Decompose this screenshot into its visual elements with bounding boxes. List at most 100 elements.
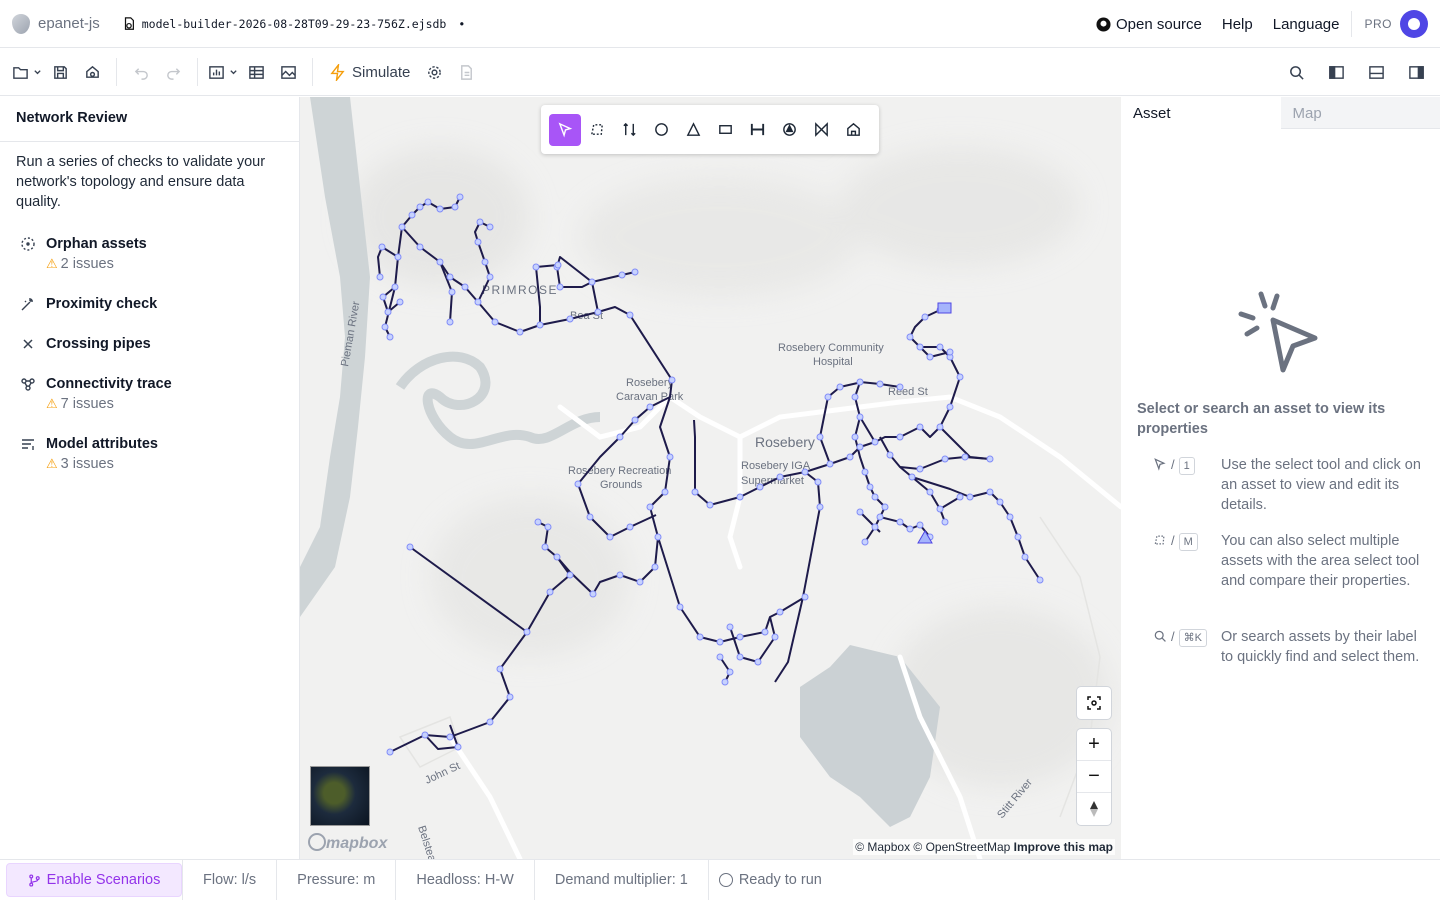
attribution-text[interactable]: © Mapbox © OpenStreetMap <box>855 840 1010 854</box>
flow-units[interactable]: Flow: l/s <box>182 859 276 900</box>
map-label-reed: Reed St <box>888 386 928 398</box>
cursor-icon <box>558 122 572 138</box>
hint-text: You can also select multiple assets with… <box>1221 533 1420 589</box>
warning-icon: ⚠ <box>46 456 58 471</box>
toolbar-divider <box>312 58 313 86</box>
list-icon <box>22 439 34 450</box>
status-bar: Enable Scenarios Flow: l/s Pressure: m H… <box>0 859 1440 900</box>
user-avatar[interactable] <box>1400 10 1428 38</box>
document-icon <box>460 64 472 80</box>
demand-multiplier[interactable]: Demand multiplier: 1 <box>533 859 708 900</box>
pipe-icon <box>622 122 636 137</box>
lasso-icon <box>590 124 603 135</box>
toggle-left-panel-button[interactable] <box>1322 56 1350 88</box>
empty-state-title: Select or search an asset to view its pr… <box>1137 401 1386 437</box>
pump-tool[interactable] <box>773 114 805 146</box>
compass-button[interactable] <box>1077 793 1111 825</box>
table-icon <box>248 65 264 79</box>
fit-view-button[interactable] <box>1077 687 1111 719</box>
simulation-settings-button[interactable] <box>420 56 448 88</box>
map-label-rosebery: Rosebery <box>755 434 815 450</box>
app-name: epanet-js <box>38 15 100 32</box>
main-toolbar: Simulate <box>0 49 1440 96</box>
bottom-panel-icon <box>1368 65 1384 79</box>
nav-divider <box>1351 11 1353 37</box>
simulation-status: Ready to run <box>707 859 842 900</box>
help-link[interactable]: Help <box>1222 16 1253 33</box>
report-button[interactable] <box>452 56 480 88</box>
cursor-icon <box>1154 458 1166 471</box>
check-crossing-pipes[interactable]: Crossing pipes <box>0 334 299 354</box>
import-button[interactable] <box>208 56 238 88</box>
check-connectivity-trace[interactable]: Connectivity trace ⚠ 7 issues <box>0 374 299 414</box>
issues-count: 2 issues <box>60 256 114 272</box>
hint-area-select: / M You can also select multiple assets w… <box>1153 531 1433 591</box>
check-proximity[interactable]: Proximity check <box>0 294 299 314</box>
valve-tool[interactable] <box>741 114 773 146</box>
bowtie-icon <box>814 122 828 137</box>
top-nav: Open source Help Language PRO <box>1096 0 1428 48</box>
check-orphan-assets[interactable]: Orphan assets ⚠ 2 issues <box>0 234 299 274</box>
area-select-tool[interactable] <box>581 114 613 146</box>
language-menu[interactable]: Language <box>1273 16 1340 33</box>
reservoir-tool[interactable] <box>677 114 709 146</box>
select-tool[interactable] <box>549 113 581 146</box>
panel-title: Network Review <box>0 97 299 142</box>
check-model-attributes[interactable]: Model attributes ⚠ 3 issues <box>0 434 299 474</box>
junction-tool[interactable] <box>645 114 677 146</box>
chart-icon <box>209 65 224 79</box>
chevron-down-icon <box>34 69 41 74</box>
tank-tool[interactable] <box>709 114 741 146</box>
network-review-panel: Network Review Run a series of checks to… <box>0 97 300 859</box>
enable-scenarios-button[interactable]: Enable Scenarios <box>6 863 182 897</box>
zoom-out-button[interactable]: − <box>1077 761 1111 793</box>
folder-icon <box>13 66 28 79</box>
warning-icon: ⚠ <box>46 256 58 271</box>
prv-tool[interactable] <box>805 114 837 146</box>
map-label-recreation: Rosebery Recreation <box>568 465 671 477</box>
save-icon <box>53 65 67 79</box>
focus-icon <box>1087 696 1101 710</box>
table-button[interactable] <box>242 56 270 88</box>
hint-select: /1 Use the select tool and click on an a… <box>1153 455 1433 515</box>
save-cloud-button[interactable] <box>78 56 106 88</box>
brand[interactable]: epanet-js <box>0 13 100 34</box>
search-button[interactable] <box>1282 56 1310 88</box>
zoom-in-button[interactable]: + <box>1077 729 1111 761</box>
tab-map[interactable]: Map <box>1280 97 1440 129</box>
headloss-formula[interactable]: Headloss: H-W <box>395 859 534 900</box>
open-source-label: Open source <box>1115 15 1202 33</box>
pressure-units[interactable]: Pressure: m <box>276 859 395 900</box>
map-label-caravan: Rosebery <box>626 377 674 389</box>
toggle-bottom-panel-button[interactable] <box>1362 56 1390 88</box>
map-label-recreation-2: Grounds <box>600 479 643 491</box>
undo-button[interactable] <box>127 56 155 88</box>
open-source-link[interactable]: Open source <box>1096 16 1202 33</box>
github-icon <box>1096 16 1111 32</box>
toggle-right-panel-button[interactable] <box>1402 56 1430 88</box>
cross-icon <box>23 339 33 349</box>
file-name-text: model-builder-2026-08-28T09-29-23-756Z.e… <box>141 16 447 31</box>
hint-search: / ⌘K Or search assets by their label to q… <box>1153 627 1433 667</box>
nodes-icon <box>21 378 35 391</box>
save-button[interactable] <box>46 56 74 88</box>
simulation-status-text: Ready to run <box>738 872 822 888</box>
simulate-button[interactable]: Simulate <box>323 56 416 88</box>
map-image-button[interactable] <box>274 56 302 88</box>
mapbox-logo-text: mapbox <box>326 835 388 852</box>
fit-view-control <box>1077 687 1111 719</box>
map-canvas[interactable]: PRIMROSE Rosebery Community Hospital Ros… <box>300 97 1121 859</box>
tab-asset[interactable]: Asset <box>1121 97 1281 129</box>
zoom-controls: + − <box>1077 729 1111 825</box>
check-title: Connectivity trace <box>46 376 172 392</box>
open-file-button[interactable] <box>12 56 42 88</box>
river-meander <box>395 351 601 450</box>
chevron-down-icon <box>230 69 237 74</box>
image-icon <box>280 65 296 79</box>
pipe-tool[interactable] <box>613 114 645 146</box>
customer-point-tool[interactable] <box>837 114 869 146</box>
satellite-minimap[interactable] <box>310 766 370 826</box>
cloud-icon <box>85 65 99 78</box>
improve-map-link[interactable]: Improve this map <box>1014 840 1113 854</box>
redo-button[interactable] <box>159 56 187 88</box>
